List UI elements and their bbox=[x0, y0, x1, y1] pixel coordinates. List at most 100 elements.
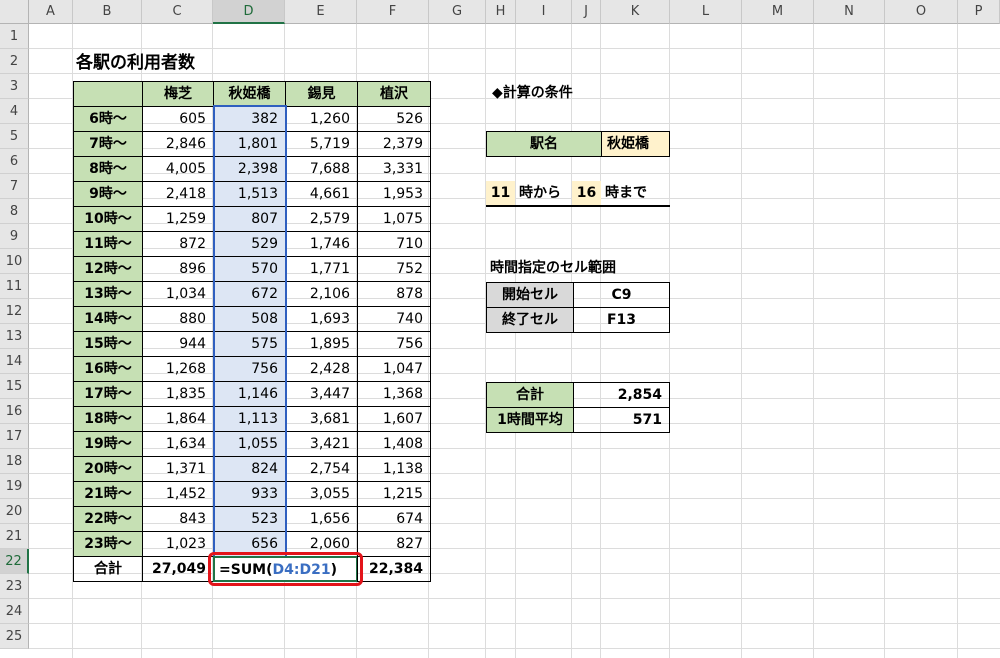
data-cell[interactable]: 2,379 bbox=[357, 131, 431, 157]
data-cell[interactable]: 740 bbox=[357, 306, 431, 332]
column-header-m[interactable]: M bbox=[742, 0, 814, 24]
hour-label[interactable]: 15時～ bbox=[73, 331, 143, 357]
row-header-2[interactable]: 2 bbox=[0, 49, 29, 74]
range-heading[interactable]: 時間指定のセル範囲 bbox=[490, 256, 650, 281]
data-cell[interactable]: 827 bbox=[357, 531, 431, 557]
row-header-13[interactable]: 13 bbox=[0, 324, 29, 349]
data-cell[interactable]: 756 bbox=[213, 356, 286, 382]
data-cell[interactable]: 575 bbox=[213, 331, 286, 357]
data-cell[interactable]: 1,607 bbox=[357, 406, 431, 432]
row-header-5[interactable]: 5 bbox=[0, 124, 29, 149]
row-header-6[interactable]: 6 bbox=[0, 149, 29, 174]
row-header-18[interactable]: 18 bbox=[0, 449, 29, 474]
data-cell[interactable]: 1,771 bbox=[285, 256, 358, 282]
data-cell[interactable]: 1,746 bbox=[285, 231, 358, 257]
data-cell[interactable]: 1,835 bbox=[142, 381, 214, 407]
row-header-22[interactable]: 22 bbox=[0, 549, 29, 574]
data-cell[interactable]: 1,034 bbox=[142, 281, 214, 307]
data-cell[interactable]: 1,146 bbox=[213, 381, 286, 407]
row-header-15[interactable]: 15 bbox=[0, 374, 29, 399]
data-cell[interactable]: 3,331 bbox=[357, 156, 431, 182]
column-header-l[interactable]: L bbox=[670, 0, 742, 24]
row-header-3[interactable]: 3 bbox=[0, 74, 29, 99]
hour-label[interactable]: 8時～ bbox=[73, 156, 143, 182]
data-cell[interactable]: 1,259 bbox=[142, 206, 214, 232]
conditions-heading[interactable]: ◆計算の条件 bbox=[492, 81, 632, 106]
select-all-corner[interactable] bbox=[0, 0, 29, 24]
column-header-c[interactable]: C bbox=[142, 0, 213, 24]
column-header-o[interactable]: O bbox=[885, 0, 958, 24]
column-header-a[interactable]: A bbox=[29, 0, 73, 24]
spreadsheet-grid[interactable]: ABCDEFGHIJKLMNOP 1 2 3 4 5 6 7 8 9 10 11 12 13 14 15 16… bbox=[0, 0, 1000, 658]
hour-label[interactable]: 11時～ bbox=[73, 231, 143, 257]
end-cell-label[interactable]: 終了セル bbox=[486, 307, 574, 333]
start-cell-value[interactable]: C9 bbox=[573, 282, 670, 308]
row-header-11[interactable]: 11 bbox=[0, 274, 29, 299]
data-cell[interactable]: 382 bbox=[213, 106, 286, 132]
hour-label[interactable]: 14時～ bbox=[73, 306, 143, 332]
data-cell[interactable]: 933 bbox=[213, 481, 286, 507]
total-cell-c[interactable]: 27,049 bbox=[142, 556, 214, 582]
to-hour-text[interactable]: 時まで bbox=[605, 181, 669, 206]
data-cell[interactable]: 1,055 bbox=[213, 431, 286, 457]
data-cell[interactable]: 1,864 bbox=[142, 406, 214, 432]
data-cell[interactable]: 824 bbox=[213, 456, 286, 482]
hour-label[interactable]: 12時～ bbox=[73, 256, 143, 282]
data-cell[interactable]: 1,047 bbox=[357, 356, 431, 382]
data-cell[interactable]: 1,895 bbox=[285, 331, 358, 357]
row-header-21[interactable]: 21 bbox=[0, 524, 29, 549]
data-cell[interactable]: 523 bbox=[213, 506, 286, 532]
hour-label[interactable]: 21時～ bbox=[73, 481, 143, 507]
hour-label[interactable]: 23時～ bbox=[73, 531, 143, 557]
data-cell[interactable]: 1,075 bbox=[357, 206, 431, 232]
hour-label[interactable]: 16時～ bbox=[73, 356, 143, 382]
data-cell[interactable]: 2,428 bbox=[285, 356, 358, 382]
hour-label[interactable]: 17時～ bbox=[73, 381, 143, 407]
data-cell[interactable]: 3,421 bbox=[285, 431, 358, 457]
station-header-c[interactable]: 梅芝 bbox=[142, 81, 214, 107]
hour-label[interactable]: 9時～ bbox=[73, 181, 143, 207]
data-cell[interactable]: 5,719 bbox=[285, 131, 358, 157]
data-cell[interactable]: 2,418 bbox=[142, 181, 214, 207]
hour-label[interactable]: 13時～ bbox=[73, 281, 143, 307]
data-cell[interactable]: 880 bbox=[142, 306, 214, 332]
data-cell[interactable]: 526 bbox=[357, 106, 431, 132]
row-header-10[interactable]: 10 bbox=[0, 249, 29, 274]
data-cell[interactable]: 752 bbox=[357, 256, 431, 282]
row-header-14[interactable]: 14 bbox=[0, 349, 29, 374]
data-cell[interactable]: 508 bbox=[213, 306, 286, 332]
data-cell[interactable]: 1,260 bbox=[285, 106, 358, 132]
data-cell[interactable]: 1,693 bbox=[285, 306, 358, 332]
start-cell-label[interactable]: 開始セル bbox=[486, 282, 574, 308]
station-name-value[interactable]: 秋姫橋 bbox=[601, 131, 670, 157]
row-header-16[interactable]: 16 bbox=[0, 399, 29, 424]
data-cell[interactable]: 2,106 bbox=[285, 281, 358, 307]
from-hour-text[interactable]: 時から bbox=[519, 181, 575, 206]
sheet-title[interactable]: 各駅の利用者数 bbox=[76, 51, 276, 77]
column-header-b[interactable]: B bbox=[73, 0, 142, 24]
row-header-1[interactable]: 1 bbox=[0, 24, 29, 49]
data-cell[interactable]: 2,846 bbox=[142, 131, 214, 157]
end-cell-value[interactable]: F13 bbox=[573, 307, 670, 333]
row-header-4[interactable]: 4 bbox=[0, 99, 29, 124]
data-cell[interactable]: 1,215 bbox=[357, 481, 431, 507]
column-header-j[interactable]: J bbox=[572, 0, 601, 24]
station-name-label[interactable]: 駅名 bbox=[486, 131, 602, 157]
station-header-f[interactable]: 植沢 bbox=[357, 81, 431, 107]
data-cell[interactable]: 1,634 bbox=[142, 431, 214, 457]
data-cell[interactable]: 1,513 bbox=[213, 181, 286, 207]
row-header-20[interactable]: 20 bbox=[0, 499, 29, 524]
data-cell[interactable]: 1,023 bbox=[142, 531, 214, 557]
row-header-7[interactable]: 7 bbox=[0, 174, 29, 199]
data-cell[interactable]: 605 bbox=[142, 106, 214, 132]
data-cell[interactable]: 1,368 bbox=[357, 381, 431, 407]
data-cell[interactable]: 1,113 bbox=[213, 406, 286, 432]
data-cell[interactable]: 1,953 bbox=[357, 181, 431, 207]
data-cell[interactable]: 2,754 bbox=[285, 456, 358, 482]
column-header-i[interactable]: I bbox=[516, 0, 572, 24]
data-cell[interactable]: 2,579 bbox=[285, 206, 358, 232]
data-cell[interactable]: 4,661 bbox=[285, 181, 358, 207]
data-cell[interactable]: 710 bbox=[357, 231, 431, 257]
from-hour-input[interactable]: 11 bbox=[486, 181, 515, 206]
data-cell[interactable]: 529 bbox=[213, 231, 286, 257]
